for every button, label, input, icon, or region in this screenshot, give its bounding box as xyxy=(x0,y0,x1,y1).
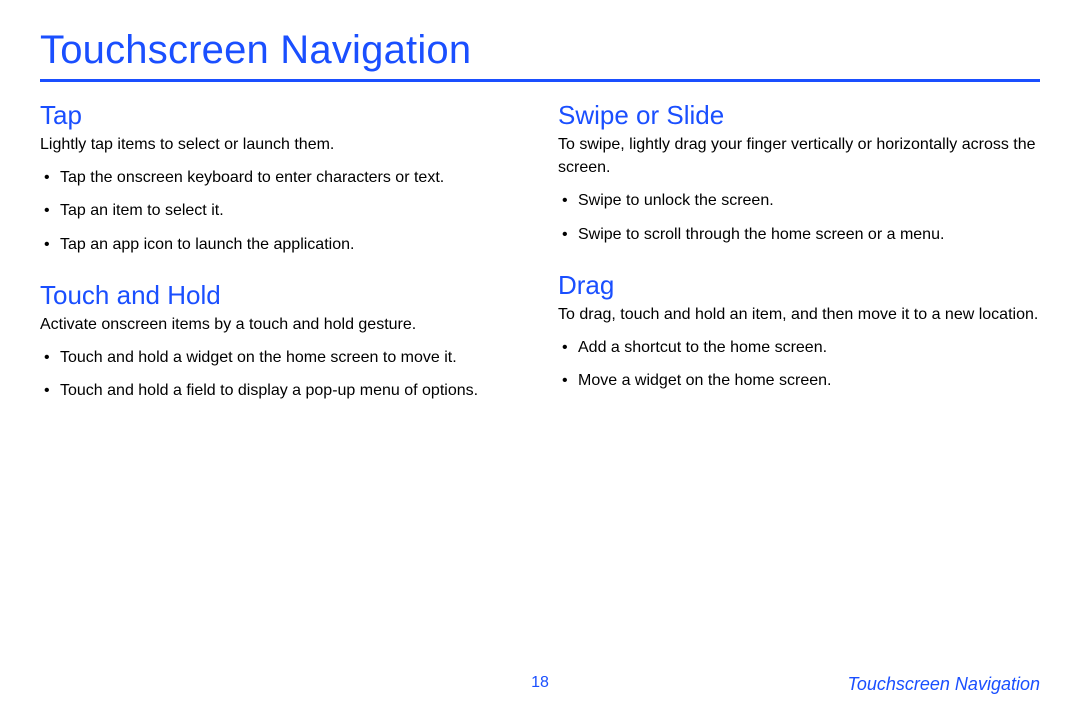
list-item: Add a shortcut to the home screen. xyxy=(558,336,1040,359)
bullet-list: Tap the onscreen keyboard to enter chara… xyxy=(40,166,522,256)
title-underline xyxy=(40,79,1040,82)
content-columns: Tap Lightly tap items to select or launc… xyxy=(40,92,1040,426)
list-item: Touch and hold a field to display a pop-… xyxy=(40,379,522,402)
page-footer: 18 Touchscreen Navigation xyxy=(0,674,1080,698)
bullet-list: Touch and hold a widget on the home scre… xyxy=(40,346,522,402)
page-number: 18 xyxy=(531,674,549,692)
list-item: Swipe to unlock the screen. xyxy=(558,189,1040,212)
list-item: Move a widget on the home screen. xyxy=(558,369,1040,392)
footer-section-label: Touchscreen Navigation xyxy=(848,674,1040,695)
section-heading-swipe: Swipe or Slide xyxy=(558,100,1040,131)
section-heading-touch-hold: Touch and Hold xyxy=(40,280,522,311)
bullet-list: Add a shortcut to the home screen. Move … xyxy=(558,336,1040,392)
section-heading-tap: Tap xyxy=(40,100,522,131)
section-intro: Lightly tap items to select or launch th… xyxy=(40,133,522,156)
section-heading-drag: Drag xyxy=(558,270,1040,301)
list-item: Tap the onscreen keyboard to enter chara… xyxy=(40,166,522,189)
section-intro: To swipe, lightly drag your finger verti… xyxy=(558,133,1040,179)
section-intro: To drag, touch and hold an item, and the… xyxy=(558,303,1040,326)
list-item: Tap an item to select it. xyxy=(40,199,522,222)
list-item: Touch and hold a widget on the home scre… xyxy=(40,346,522,369)
list-item: Swipe to scroll through the home screen … xyxy=(558,223,1040,246)
page-title: Touchscreen Navigation xyxy=(40,28,1040,79)
list-item: Tap an app icon to launch the applicatio… xyxy=(40,233,522,256)
left-column: Tap Lightly tap items to select or launc… xyxy=(40,92,522,426)
section-intro: Activate onscreen items by a touch and h… xyxy=(40,313,522,336)
bullet-list: Swipe to unlock the screen. Swipe to scr… xyxy=(558,189,1040,245)
right-column: Swipe or Slide To swipe, lightly drag yo… xyxy=(558,92,1040,426)
